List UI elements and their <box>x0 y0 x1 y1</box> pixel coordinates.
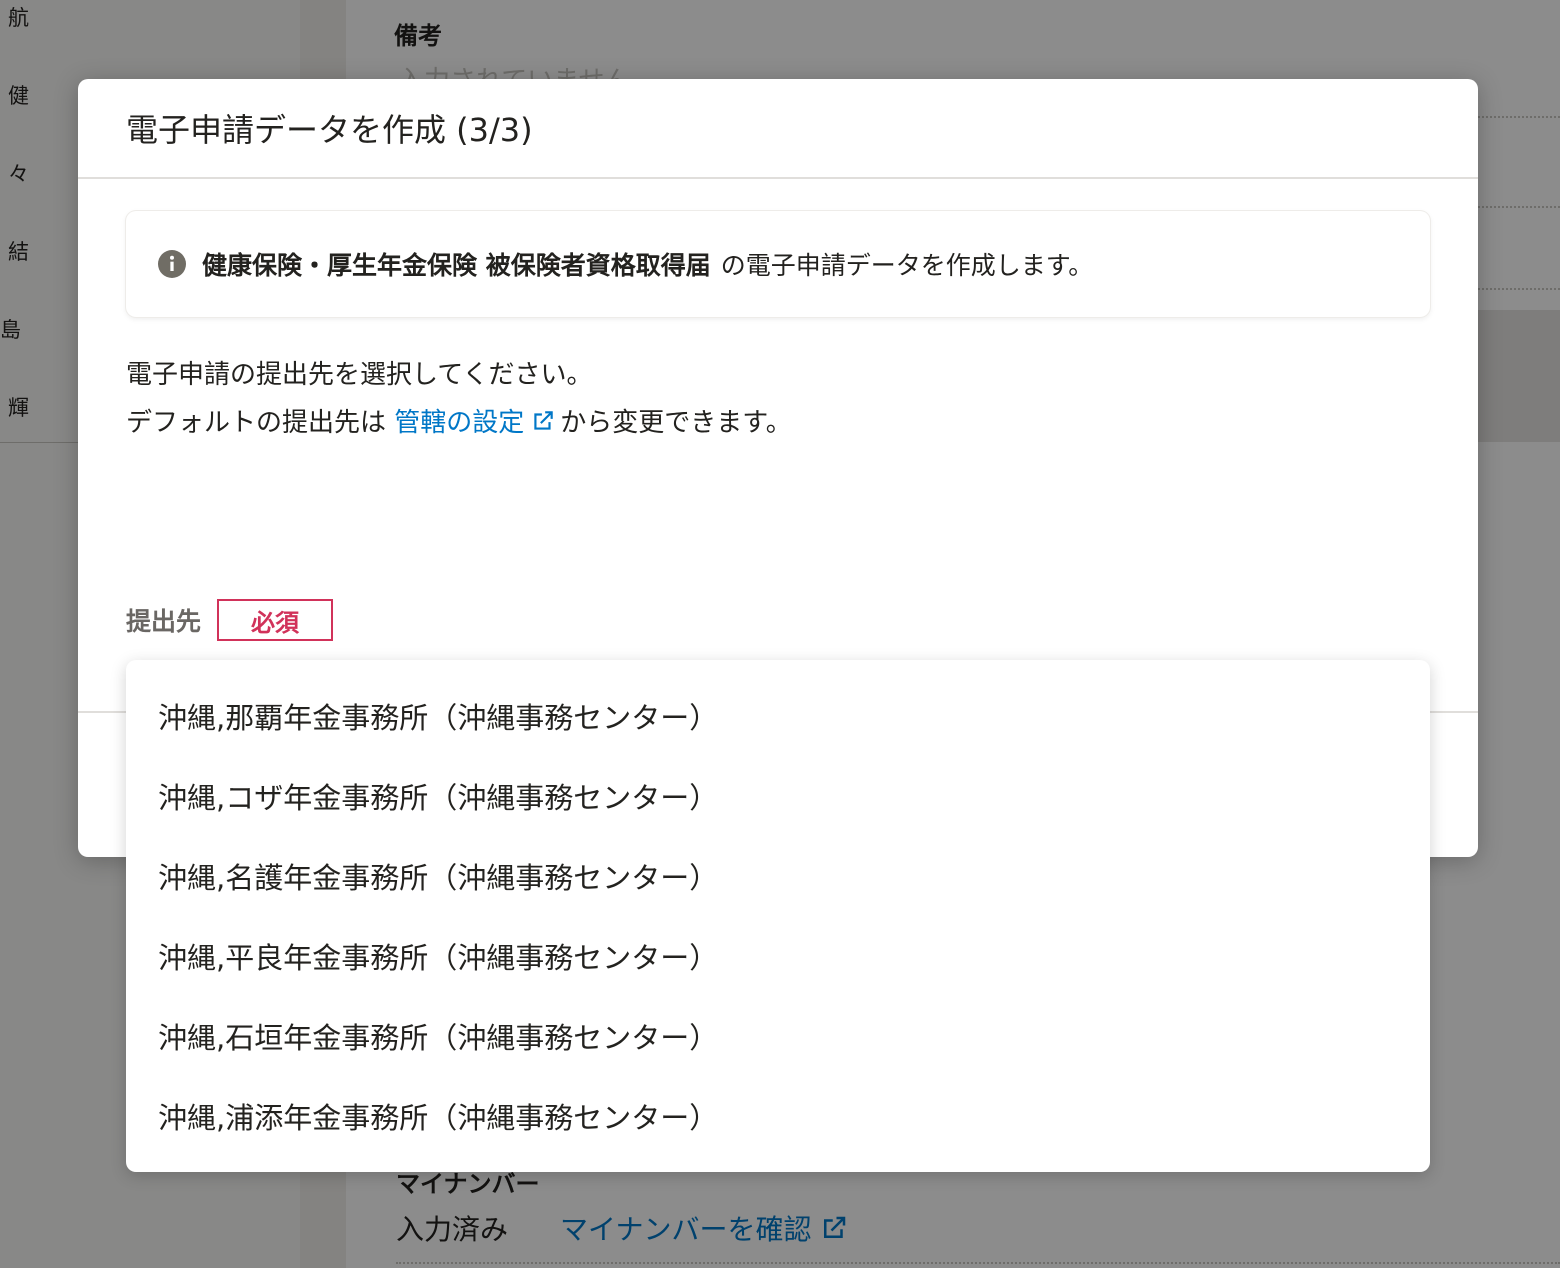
destination-field-label: 提出先 必須 <box>126 599 334 641</box>
destination-option[interactable]: 沖縄,那覇年金事務所（沖縄事務センター） <box>126 676 1430 756</box>
modal-header: 電子申請データを作成 (3/3) <box>78 79 1478 179</box>
destination-label: 提出先 <box>126 607 202 636</box>
jurisdiction-settings-link[interactable]: 管轄の設定 <box>394 408 560 438</box>
instruction-text: 電子申請の提出先を選択してください。 デフォルトの提出先は 管轄の設定 から変更で… <box>126 351 792 450</box>
external-link-icon <box>530 402 556 450</box>
modal-title: 電子申請データを作成 (3/3) <box>126 111 533 149</box>
info-circle-icon <box>158 250 186 278</box>
instruction-line-2: デフォルトの提出先は 管轄の設定 から変更できます。 <box>126 399 792 450</box>
destination-options-listbox: 沖縄,那覇年金事務所（沖縄事務センター） 沖縄,コザ年金事務所（沖縄事務センター… <box>126 660 1430 1172</box>
form-name: 健康保険・厚生年金保険 被保険者資格取得届 <box>202 251 711 280</box>
destination-option[interactable]: 沖縄,浦添年金事務所（沖縄事務センター） <box>126 1076 1430 1156</box>
instruction-suffix: から変更できます。 <box>560 408 792 438</box>
destination-option[interactable]: 沖縄,名護年金事務所（沖縄事務センター） <box>126 836 1430 916</box>
info-message: 健康保険・厚生年金保険 被保険者資格取得届 の電子申請データを作成します。 <box>126 211 1430 317</box>
instruction-prefix: デフォルトの提出先は <box>126 408 387 438</box>
required-badge: 必須 <box>217 599 334 641</box>
instruction-line-1: 電子申請の提出先を選択してください。 <box>126 360 593 390</box>
jurisdiction-settings-link-label: 管轄の設定 <box>394 408 525 438</box>
destination-option[interactable]: 沖縄,コザ年金事務所（沖縄事務センター） <box>126 756 1430 836</box>
destination-option[interactable]: 沖縄,石垣年金事務所（沖縄事務センター） <box>126 996 1430 1076</box>
destination-option[interactable]: 沖縄,平良年金事務所（沖縄事務センター） <box>126 916 1430 996</box>
info-text: の電子申請データを作成します。 <box>720 251 1094 280</box>
